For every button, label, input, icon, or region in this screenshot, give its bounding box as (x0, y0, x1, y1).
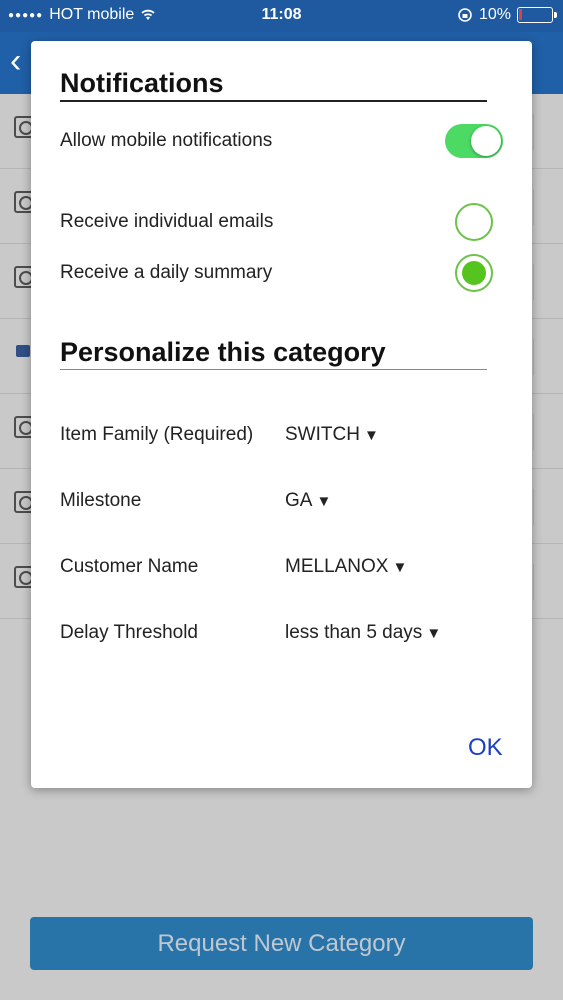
row-chevron (533, 414, 563, 450)
receive-individual-label: Receive individual emails (60, 211, 274, 232)
row-chevron (533, 189, 563, 225)
milestone-label: Milestone (60, 490, 142, 511)
milestone-value: GA (285, 490, 313, 511)
customer-name-dropdown[interactable]: MELLANOX ▼ (285, 556, 407, 578)
row-chevron (533, 564, 563, 600)
row-chevron (533, 114, 563, 150)
delay-threshold-label: Delay Threshold (60, 622, 199, 643)
receive-individual-radio[interactable] (455, 203, 493, 241)
battery-fill (519, 9, 522, 20)
row-chevron (533, 264, 563, 300)
rotation-lock-icon (458, 8, 472, 22)
item-family-dropdown[interactable]: SWITCH ▼ (285, 424, 379, 446)
status-right: 10% (457, 6, 557, 24)
customer-name-value: MELLANOX (285, 556, 389, 577)
request-new-category-button[interactable]: Request New Category (30, 917, 533, 970)
battery-icon (517, 7, 557, 23)
battery-percent: 10% (478, 6, 511, 23)
notifications-divider (60, 100, 487, 102)
personalize-heading: Personalize this category (60, 337, 386, 367)
row-chevron (533, 489, 563, 525)
notifications-heading: Notifications (60, 68, 224, 98)
allow-mobile-label: Allow mobile notifications (60, 130, 273, 151)
delay-threshold-value: less than 5 days (285, 622, 423, 643)
notification-settings-dialog: Notifications Allow mobile notifications… (31, 41, 532, 788)
receive-daily-radio[interactable] (455, 254, 493, 292)
toggle-knob (471, 126, 501, 156)
caret-down-icon: ▼ (363, 427, 379, 444)
receive-daily-label: Receive a daily summary (60, 262, 273, 283)
caret-down-icon: ▼ (426, 625, 442, 642)
milestone-dropdown[interactable]: GA ▼ (285, 490, 331, 512)
row-chevron (533, 339, 563, 375)
allow-mobile-toggle[interactable] (445, 124, 503, 158)
delay-threshold-dropdown[interactable]: less than 5 days ▼ (285, 622, 441, 644)
caret-down-icon: ▼ (316, 493, 332, 510)
caret-down-icon: ▼ (392, 559, 408, 576)
item-family-value: SWITCH (285, 424, 360, 445)
item-family-label: Item Family (Required) (60, 424, 254, 445)
customer-name-label: Customer Name (60, 556, 199, 577)
personalize-divider (60, 369, 487, 370)
ok-button[interactable]: OK (468, 734, 503, 762)
status-bar: ●●●●● HOT mobile 11:08 10% (0, 0, 563, 32)
